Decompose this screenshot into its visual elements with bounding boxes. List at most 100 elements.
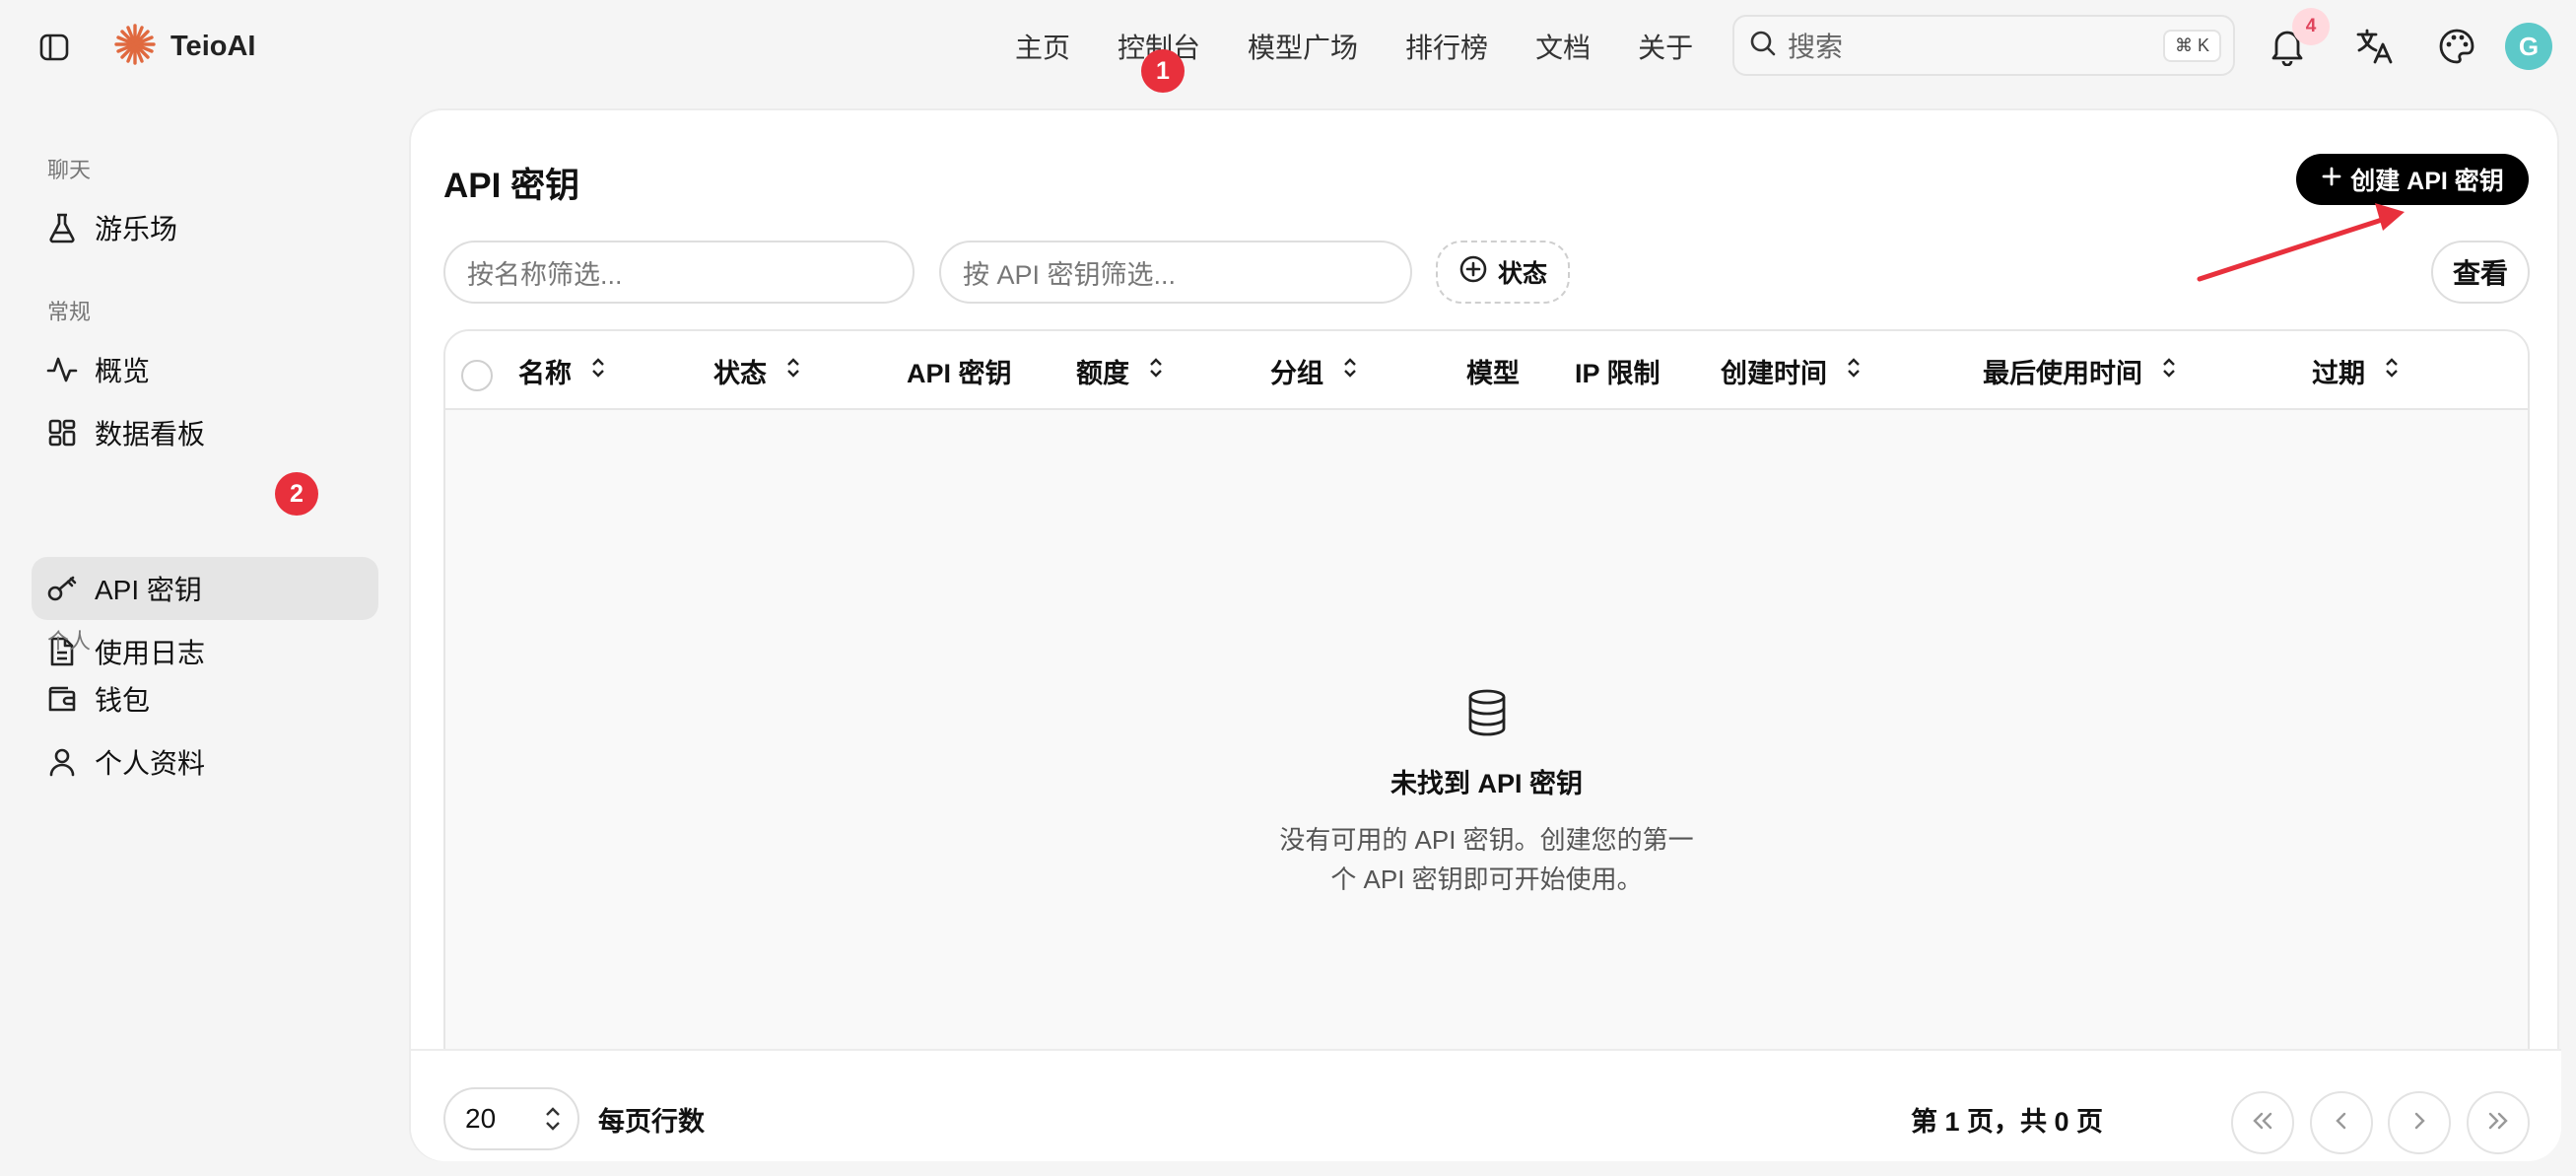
column-label: 最后使用时间 bbox=[1983, 358, 2142, 388]
page-info: 第 1 页，共 0 页 bbox=[1911, 1107, 2104, 1137]
app-logo[interactable]: TeioAI bbox=[113, 23, 256, 71]
column-label: 状态 bbox=[713, 358, 767, 388]
sidebar-item-label: 使用日志 bbox=[95, 638, 206, 668]
column-label: 创建时间 bbox=[1721, 358, 1827, 388]
empty-state-description: 没有可用的 API 密钥。创建您的第一个 API 密钥即可开始使用。 bbox=[1279, 825, 1694, 894]
next-page-button[interactable] bbox=[2388, 1091, 2451, 1154]
key-icon bbox=[45, 572, 79, 605]
plus-icon bbox=[2321, 166, 2342, 194]
sidebar-item-overview[interactable]: 概览 bbox=[32, 338, 378, 401]
user-avatar[interactable]: G bbox=[2505, 23, 2552, 70]
column-ip-limit: IP 限制 bbox=[1575, 331, 1661, 410]
column-quota[interactable]: 额度 bbox=[1076, 331, 1165, 410]
nav-about[interactable]: 关于 bbox=[1638, 27, 1693, 66]
app-name: TeioAI bbox=[170, 30, 256, 62]
sidebar-item-label: API 密钥 bbox=[95, 575, 202, 605]
sort-icon bbox=[784, 356, 802, 386]
main-card: API 密钥 创建 API 密钥 按名称筛选... 按 API 密钥筛选... … bbox=[409, 108, 2561, 1161]
search-label: 搜索 bbox=[1788, 32, 1844, 62]
step-badge-1: 1 bbox=[1141, 49, 1185, 93]
api-key-filter-input[interactable]: 按 API 密钥筛选... bbox=[939, 241, 1412, 304]
column-expiry[interactable]: 过期 bbox=[2312, 331, 2401, 410]
previous-page-button[interactable] bbox=[2310, 1091, 2373, 1154]
sidebar-section-personal: 个人 bbox=[47, 629, 92, 654]
sidebar-toggle-icon[interactable] bbox=[37, 31, 71, 64]
column-label: 额度 bbox=[1076, 358, 1129, 388]
sidebar-item-profile[interactable]: 个人资料 bbox=[32, 730, 378, 794]
sort-icon bbox=[1845, 356, 1863, 386]
status-filter-button[interactable]: 状态 bbox=[1436, 241, 1570, 304]
column-name[interactable]: 名称 bbox=[518, 331, 607, 410]
sunburst-logo-icon bbox=[113, 23, 157, 71]
api-keys-table: 名称 状态 API 密钥 额度 分组 模型 IP 限制 创建时间 最后使用时间 … bbox=[443, 329, 2530, 1159]
column-label: API 密钥 bbox=[907, 358, 1012, 388]
rows-per-page-select[interactable]: 20 bbox=[443, 1087, 579, 1150]
search-icon bbox=[1748, 29, 1778, 63]
sort-icon bbox=[1147, 356, 1165, 386]
grid-icon bbox=[45, 416, 79, 450]
create-api-key-label: 创建 API 密钥 bbox=[2350, 168, 2504, 195]
page-title: API 密钥 bbox=[443, 167, 580, 205]
name-filter-input[interactable]: 按名称筛选... bbox=[443, 241, 915, 304]
sidebar-item-label: 数据看板 bbox=[95, 419, 206, 450]
nav-docs[interactable]: 文档 bbox=[1535, 27, 1591, 66]
pagination-bar: 20 每页行数 第 1 页，共 0 页 bbox=[411, 1049, 2561, 1161]
sidebar-item-label: 概览 bbox=[95, 356, 151, 386]
flask-icon bbox=[45, 211, 79, 244]
nav-home[interactable]: 主页 bbox=[1015, 27, 1070, 66]
nav-model-square[interactable]: 模型广场 bbox=[1248, 27, 1358, 66]
search-shortcut: ⌘ K bbox=[2162, 29, 2221, 62]
chevron-up-down-icon bbox=[542, 1105, 564, 1140]
chevrons-right-icon bbox=[2485, 1110, 2511, 1137]
top-header: TeioAI 主页 控制台 模型广场 排行榜 文档 关于 搜索 ⌘ K 4 G bbox=[0, 0, 2576, 94]
status-filter-label: 状态 bbox=[1497, 260, 1547, 288]
column-model: 模型 bbox=[1466, 331, 1520, 410]
column-last-used-time[interactable]: 最后使用时间 bbox=[1983, 331, 2178, 410]
rows-per-page-label: 每页行数 bbox=[598, 1107, 705, 1137]
chevron-right-icon bbox=[2408, 1110, 2430, 1137]
column-label: 过期 bbox=[2312, 358, 2365, 388]
column-label: 名称 bbox=[518, 358, 572, 388]
sidebar-item-playground[interactable]: 游乐场 bbox=[32, 196, 378, 259]
sidebar-item-api-keys[interactable]: API 密钥 bbox=[32, 557, 378, 620]
column-created-time[interactable]: 创建时间 bbox=[1721, 331, 1863, 410]
sidebar-item-dashboard[interactable]: 数据看板 bbox=[32, 401, 378, 464]
top-nav: 主页 控制台 模型广场 排行榜 文档 关于 bbox=[1015, 22, 1740, 71]
first-page-button[interactable] bbox=[2231, 1091, 2294, 1154]
wallet-icon bbox=[45, 682, 79, 716]
database-icon bbox=[1464, 688, 1510, 742]
palette-icon[interactable] bbox=[2434, 24, 2479, 69]
view-options-button[interactable]: 查看 bbox=[2431, 241, 2530, 304]
sort-icon bbox=[589, 356, 607, 386]
column-label: IP 限制 bbox=[1575, 358, 1661, 388]
sidebar-section-general: 常规 bbox=[47, 300, 92, 324]
empty-state-title: 未找到 API 密钥 bbox=[1390, 769, 1583, 798]
table-header: 名称 状态 API 密钥 额度 分组 模型 IP 限制 创建时间 最后使用时间 … bbox=[445, 331, 2528, 410]
column-label: 模型 bbox=[1466, 358, 1520, 388]
create-api-key-button[interactable]: 创建 API 密钥 bbox=[2296, 154, 2529, 205]
translate-icon[interactable] bbox=[2351, 24, 2397, 69]
sidebar-item-wallet[interactable]: 钱包 bbox=[32, 667, 378, 730]
sort-icon bbox=[2383, 356, 2401, 386]
sidebar-item-label: 钱包 bbox=[95, 685, 151, 716]
notification-count-badge: 4 bbox=[2292, 8, 2330, 45]
activity-icon bbox=[45, 353, 79, 386]
column-status[interactable]: 状态 bbox=[713, 331, 802, 410]
column-api-key: API 密钥 bbox=[907, 331, 1012, 410]
select-all-checkbox[interactable] bbox=[461, 360, 493, 391]
user-icon bbox=[45, 745, 79, 779]
last-page-button[interactable] bbox=[2467, 1091, 2530, 1154]
sidebar-section-chat: 聊天 bbox=[47, 158, 92, 182]
search-box[interactable]: 搜索 ⌘ K bbox=[1732, 15, 2235, 76]
chevrons-left-icon bbox=[2250, 1110, 2275, 1137]
sidebar-item-label: 个人资料 bbox=[95, 748, 206, 779]
column-group[interactable]: 分组 bbox=[1270, 331, 1359, 410]
rows-per-page-value: 20 bbox=[465, 1103, 497, 1134]
sort-icon bbox=[1341, 356, 1359, 386]
column-label: 分组 bbox=[1270, 358, 1323, 388]
nav-leaderboard[interactable]: 排行榜 bbox=[1405, 27, 1488, 66]
chevron-left-icon bbox=[2331, 1110, 2352, 1137]
plus-circle-icon bbox=[1458, 254, 1488, 291]
sort-icon bbox=[2160, 356, 2178, 386]
sidebar-item-label: 游乐场 bbox=[95, 214, 178, 244]
